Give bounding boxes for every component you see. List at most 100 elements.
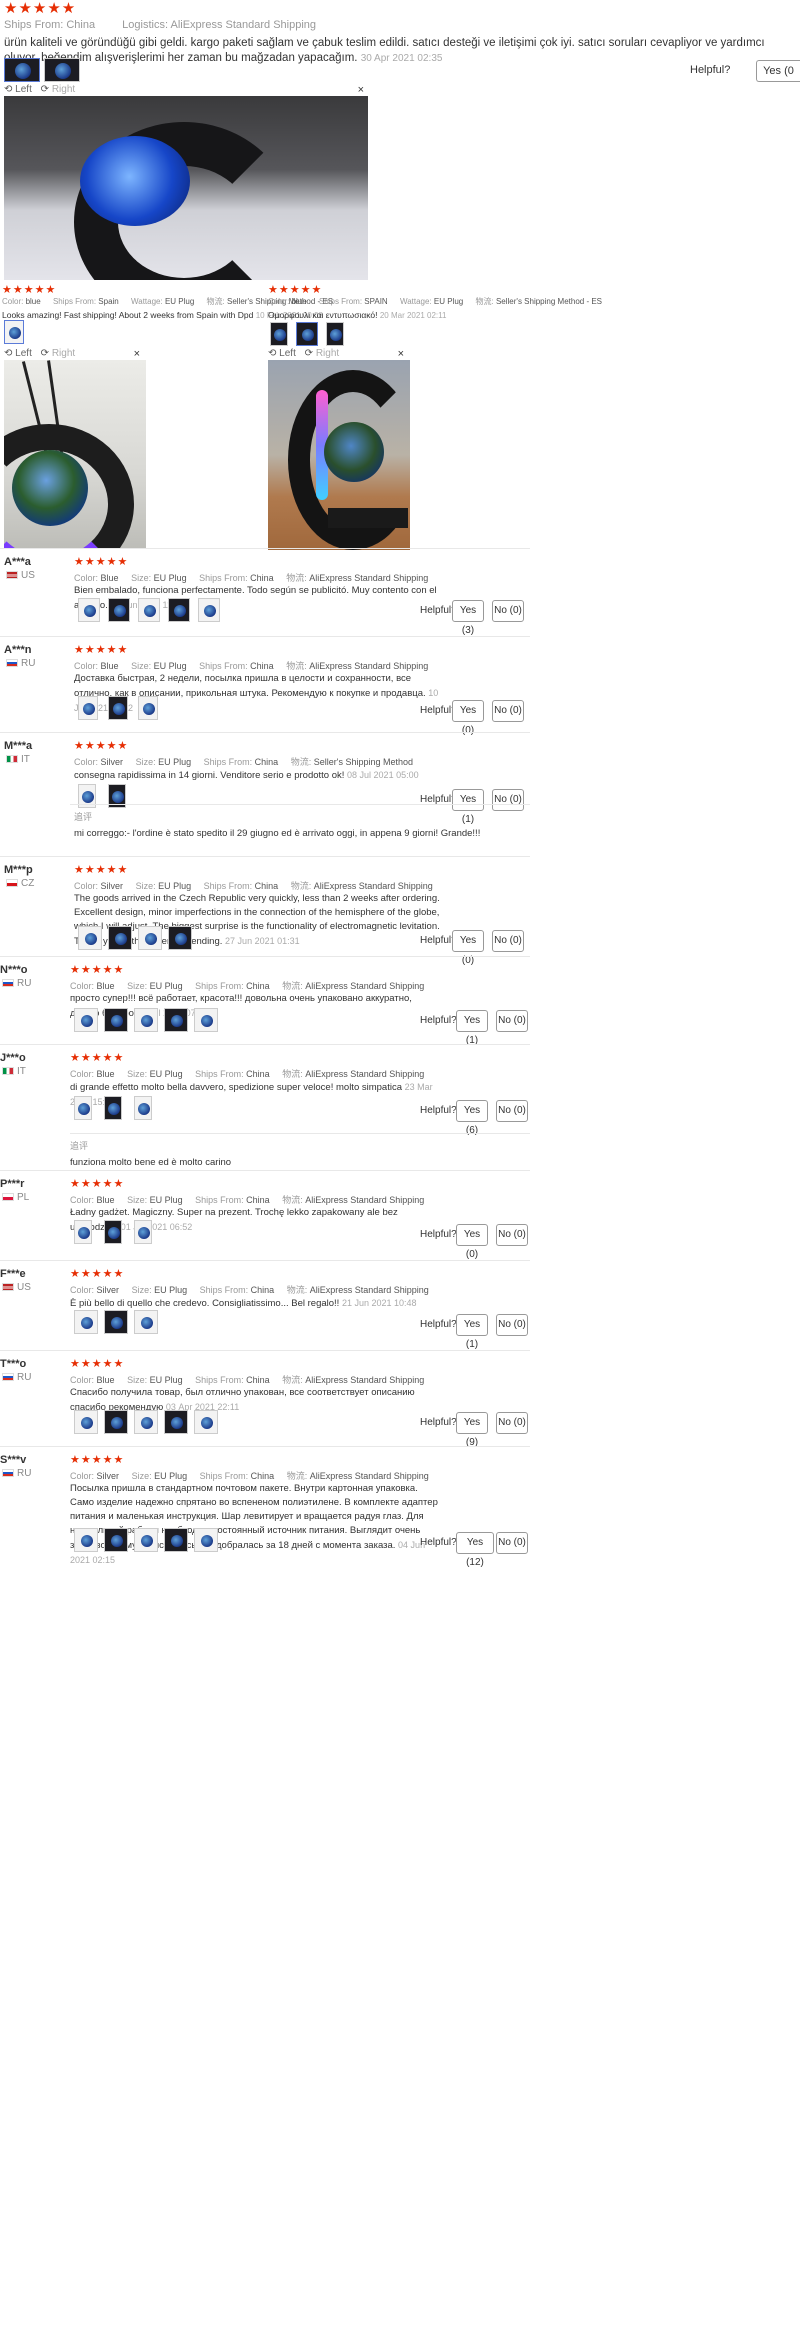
review-thumbnail[interactable] xyxy=(194,1528,218,1552)
review-thumbnail[interactable] xyxy=(74,1008,98,1032)
helpful-yes-button[interactable]: Yes (0) xyxy=(452,700,484,736)
reviewer-country: RU xyxy=(2,1372,31,1383)
country-flag-icon xyxy=(6,879,18,887)
review-thumbnail[interactable] xyxy=(138,696,158,720)
review-meta: Color: Blue Size: EU Plug Ships From: Ch… xyxy=(70,1069,425,1079)
helpful-no-button[interactable]: No (0) xyxy=(496,1224,528,1246)
rotate-left-button[interactable]: Left xyxy=(279,348,296,359)
review-thumbnail[interactable] xyxy=(194,1410,218,1434)
review-divider xyxy=(0,1260,530,1261)
review-thumbnail[interactable] xyxy=(74,1528,98,1552)
helpful-no-button[interactable]: No (0) xyxy=(496,1412,528,1434)
helpful-no-button[interactable]: No (0) xyxy=(492,600,524,622)
close-icon[interactable]: × xyxy=(134,348,140,360)
helpful-no-button[interactable]: No (0) xyxy=(492,700,524,722)
review-stars: ★★★★★ xyxy=(70,964,125,976)
review-thumbnail[interactable] xyxy=(134,1220,152,1244)
helpful-no-button[interactable]: No (0) xyxy=(496,1010,528,1032)
rotate-right-icon[interactable]: ⟳ xyxy=(41,84,52,95)
review-stars: ★★★★★ xyxy=(70,1454,125,1466)
country-flag-icon xyxy=(2,1469,14,1477)
helpful-yes-button[interactable]: Yes (0) xyxy=(452,930,484,966)
review-thumbnail[interactable] xyxy=(134,1008,158,1032)
review-thumbnail[interactable] xyxy=(164,1008,188,1032)
helpful-yes-button[interactable]: Yes (9) xyxy=(456,1412,488,1448)
helpful-no-button[interactable]: No (0) xyxy=(496,1100,528,1122)
review-thumbnail[interactable] xyxy=(134,1310,158,1334)
review-stars: ★★★★★ xyxy=(4,0,77,17)
rotate-right-icon[interactable]: ⟳ xyxy=(305,348,316,359)
rotate-left-button[interactable]: Left xyxy=(15,348,32,359)
review-thumbnail[interactable] xyxy=(4,58,40,82)
rotate-left-icon[interactable]: ⟲ xyxy=(4,84,15,95)
helpful-no-button[interactable]: No (0) xyxy=(496,1532,528,1554)
review-date: 08 Jul 2021 05:00 xyxy=(347,770,419,780)
rotate-right-icon[interactable]: ⟳ xyxy=(41,348,52,359)
review-thumbnail[interactable] xyxy=(104,1528,128,1552)
helpful-no-button[interactable]: No (0) xyxy=(492,789,524,811)
review-thumbnail[interactable] xyxy=(104,1220,122,1244)
helpful-yes-button[interactable]: Yes (1) xyxy=(456,1010,488,1046)
review-thumbnail[interactable] xyxy=(74,1096,92,1120)
review-thumbnail[interactable] xyxy=(194,1008,218,1032)
review-thumbnail[interactable] xyxy=(108,696,128,720)
review-thumbnail[interactable] xyxy=(78,926,102,950)
review-thumbnail[interactable] xyxy=(108,926,132,950)
review-thumbnail[interactable] xyxy=(138,926,162,950)
helpful-no-button[interactable]: No (0) xyxy=(496,1314,528,1336)
rotate-left-button[interactable]: Left xyxy=(15,84,32,95)
review-thumbnail[interactable] xyxy=(326,322,344,346)
helpful-yes-button[interactable]: Yes (3) xyxy=(452,600,484,636)
review-thumbnail[interactable] xyxy=(164,1528,188,1552)
helpful-no-button[interactable]: No (0) xyxy=(492,930,524,952)
review-thumbnail[interactable] xyxy=(4,320,24,344)
review-thumbnail[interactable] xyxy=(104,1410,128,1434)
review-thumbnail[interactable] xyxy=(108,598,130,622)
close-icon[interactable]: × xyxy=(398,348,404,360)
review-thumbnail[interactable] xyxy=(198,598,220,622)
review-thumbnail[interactable] xyxy=(74,1410,98,1434)
review-thumbnail[interactable] xyxy=(74,1220,92,1244)
helpful-label: Helpful? xyxy=(420,1417,457,1428)
helpful-yes-button[interactable]: Yes (6) xyxy=(456,1100,488,1136)
rotate-right-button[interactable]: Right xyxy=(316,348,339,359)
review-meta: Color: Silver Size: EU Plug Ships From: … xyxy=(70,1285,429,1295)
review-thumbnail[interactable] xyxy=(104,1096,122,1120)
review-date: 20 Mar 2021 02:11 xyxy=(379,311,447,320)
review-divider xyxy=(0,1170,530,1171)
review-text: Ομορφουλι και εντυπωσιακό! 20 Mar 2021 0… xyxy=(268,310,447,320)
review-thumbnail[interactable] xyxy=(78,696,98,720)
helpful-label: Helpful? xyxy=(420,1229,457,1240)
review-thumbnail[interactable] xyxy=(168,598,190,622)
close-icon[interactable]: × xyxy=(358,84,364,96)
review-thumbnail[interactable] xyxy=(164,1410,188,1434)
review-stars: ★★★★★ xyxy=(70,1178,125,1190)
review-thumbnail[interactable] xyxy=(134,1528,158,1552)
rotate-left-icon[interactable]: ⟲ xyxy=(268,348,279,359)
rotate-right-button[interactable]: Right xyxy=(52,84,75,95)
helpful-yes-button[interactable]: Yes (1) xyxy=(452,789,484,825)
review-thumbnail[interactable] xyxy=(270,322,288,346)
review-thumbnail[interactable] xyxy=(104,1310,128,1334)
review-stars: ★★★★★ xyxy=(74,740,129,752)
review-thumbnail[interactable] xyxy=(134,1410,158,1434)
review-thumbnail[interactable] xyxy=(104,1008,128,1032)
country-flag-icon xyxy=(6,571,18,579)
review-thumbnail[interactable] xyxy=(168,926,192,950)
country-flag-icon xyxy=(2,1193,14,1201)
review-text: Доставка быстрая, 2 недели, посылка приш… xyxy=(74,673,439,713)
review-thumbnail[interactable] xyxy=(74,1310,98,1334)
review-meta: Color: Silver Size: EU Plug Ships From: … xyxy=(74,757,414,767)
review-thumbnail[interactable] xyxy=(296,322,318,346)
helpful-yes-button[interactable]: Yes (0 xyxy=(756,60,800,82)
review-thumbnail[interactable] xyxy=(134,1096,152,1120)
review-thumbnail[interactable] xyxy=(78,598,100,622)
helpful-yes-button[interactable]: Yes (1) xyxy=(456,1314,488,1350)
helpful-yes-button[interactable]: Yes (12) xyxy=(456,1532,494,1568)
review-thumbnail[interactable] xyxy=(44,58,80,82)
rotate-right-button[interactable]: Right xyxy=(52,348,75,359)
helpful-yes-button[interactable]: Yes (0) xyxy=(456,1224,488,1260)
review-stars: ★★★★★ xyxy=(70,1052,125,1064)
rotate-left-icon[interactable]: ⟲ xyxy=(4,348,15,359)
review-thumbnail[interactable] xyxy=(138,598,160,622)
